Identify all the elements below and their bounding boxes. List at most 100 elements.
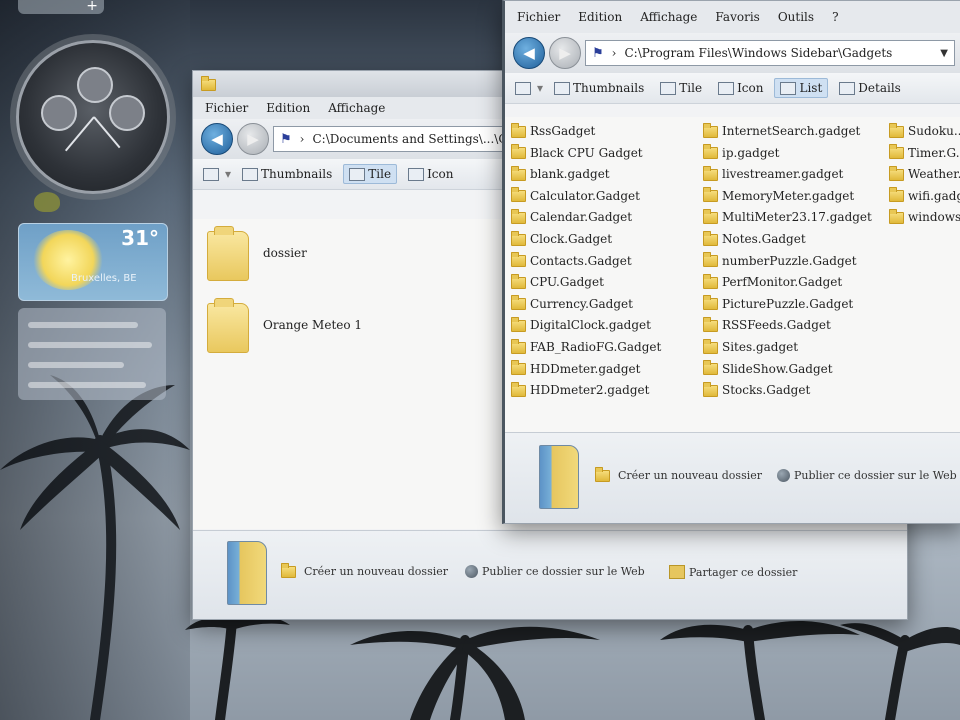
menu-view[interactable]: Affichage <box>640 10 697 24</box>
tile-view-button[interactable]: Tile <box>655 79 707 97</box>
file-name: Sites.gadget <box>722 340 799 354</box>
menu-tools[interactable]: Outils <box>778 10 814 24</box>
task-pane: Créer un nouveau dossier Publier ce doss… <box>505 432 960 523</box>
file-item[interactable]: Notes.Gadget <box>703 229 806 249</box>
file-item[interactable]: HDDmeter.gadget <box>511 359 640 379</box>
explorer-window-front[interactable]: Fichier Edition Affichage Favoris Outils… <box>502 0 960 524</box>
address-path: C:\Program Files\Windows Sidebar\Gadgets <box>624 46 893 60</box>
file-name: Black CPU Gadget <box>530 145 643 160</box>
file-item[interactable]: Clock.Gadget <box>511 229 612 249</box>
folder-icon <box>511 338 526 354</box>
weather-temperature: 31° <box>121 226 159 250</box>
folder-icon <box>511 144 526 160</box>
folder-icon <box>703 144 718 160</box>
folder-icon <box>511 252 526 268</box>
file-name: Weather... <box>908 167 960 182</box>
new-folder-icon <box>595 466 610 482</box>
back-button[interactable]: ◀ <box>513 37 545 69</box>
details-label: Details <box>858 81 901 95</box>
tile-view-button[interactable]: Tile <box>343 164 398 184</box>
details-view-button[interactable]: Details <box>834 79 906 97</box>
tile-icon <box>660 81 677 95</box>
file-name: FAB_RadioFG.Gadget <box>530 340 662 354</box>
forward-button[interactable]: ▶ <box>549 37 581 69</box>
add-gadget-icon[interactable]: + <box>86 0 98 14</box>
file-item[interactable]: PerfMonitor.Gadget <box>703 272 842 292</box>
address-bar[interactable]: ⚑ › C:\Program Files\Windows Sidebar\Gad… <box>585 40 955 66</box>
list-view-button[interactable]: List <box>774 78 829 98</box>
file-item[interactable]: Calendar.Gadget <box>511 207 632 227</box>
icon-view-button[interactable]: Icon <box>713 79 768 97</box>
navigation-bar: ◀ ▶ ⚑ › C:\Program Files\Windows Sidebar… <box>505 33 960 73</box>
task-new-folder[interactable]: Créer un nouveau dossier <box>281 562 448 578</box>
file-name: HDDmeter2.gadget <box>530 383 650 398</box>
task-new-folder[interactable]: Créer un nouveau dossier <box>595 466 762 482</box>
file-item[interactable]: Black CPU Gadget <box>511 143 643 163</box>
menu-edit[interactable]: Edition <box>266 101 310 115</box>
file-item[interactable]: Sites.gadget <box>703 337 798 357</box>
file-name: livestreamer.gadget <box>722 167 844 182</box>
file-item[interactable]: CPU.Gadget <box>511 272 604 292</box>
globe-icon <box>777 469 790 482</box>
file-name: PicturePuzzle.Gadget <box>722 296 854 311</box>
file-item[interactable]: Currency.Gadget <box>511 294 633 314</box>
folder-icon[interactable] <box>207 298 249 353</box>
folder-icon[interactable] <box>207 226 249 281</box>
thumbnails-view-button[interactable]: Thumbnails <box>549 79 649 97</box>
file-item[interactable]: numberPuzzle.Gadget <box>703 251 857 271</box>
menu-favorites[interactable]: Favoris <box>715 10 759 24</box>
file-item[interactable]: MultiMeter23.17.gadget <box>703 207 872 227</box>
file-item[interactable]: ip.gadget <box>703 143 779 163</box>
file-item[interactable]: PicturePuzzle.Gadget <box>703 294 853 314</box>
file-item[interactable]: livestreamer.gadget <box>703 164 843 184</box>
menu-edit[interactable]: Edition <box>578 10 622 24</box>
file-name: Clock.Gadget <box>530 232 613 246</box>
task-publish-web[interactable]: Publier ce dossier sur le Web <box>777 469 957 482</box>
file-item[interactable]: Weather... <box>889 164 960 184</box>
tile-icon <box>349 167 366 181</box>
file-item[interactable]: RssGadget <box>511 121 595 141</box>
file-item[interactable]: MemoryMeter.gadget <box>703 186 854 206</box>
file-item[interactable]: RSSFeeds.Gadget <box>703 315 831 335</box>
menu-file[interactable]: Fichier <box>517 10 560 24</box>
thumbnails-icon <box>554 81 571 95</box>
file-name: Stocks.Gadget <box>722 383 811 398</box>
file-item[interactable]: InternetSearch.gadget <box>703 121 860 141</box>
file-name: numberPuzzle.Gadget <box>722 253 857 268</box>
notes-gadget[interactable] <box>18 308 166 400</box>
file-name: PerfMonitor.Gadget <box>722 275 843 290</box>
menu-view[interactable]: Affichage <box>328 101 385 115</box>
view-menu-icon[interactable] <box>515 81 531 95</box>
file-item[interactable]: Stocks.Gadget <box>703 380 810 400</box>
weather-gadget[interactable]: 31° Bruxelles, BE <box>18 223 168 301</box>
file-item[interactable]: Orange Meteo 1 <box>263 315 362 335</box>
file-item[interactable]: Calculator.Gadget <box>511 186 640 206</box>
file-item[interactable]: Contacts.Gadget <box>511 251 632 271</box>
file-item[interactable]: HDDmeter2.gadget <box>511 380 649 400</box>
task-publish-web[interactable]: Publier ce dossier sur le Web <box>465 565 645 578</box>
dropdown-arrow-icon[interactable]: ▾ <box>225 167 231 181</box>
task-share-folder[interactable]: Partager ce dossier <box>669 565 797 579</box>
weather-city: Bruxelles, BE <box>71 273 137 284</box>
file-item[interactable]: FAB_RadioFG.Gadget <box>511 337 661 357</box>
file-name: ip.gadget <box>722 145 780 160</box>
file-name: Sudoku... <box>908 124 960 138</box>
file-item[interactable]: Timer.G... <box>889 143 960 163</box>
file-item[interactable]: SlideShow.Gadget <box>703 359 833 379</box>
dropdown-arrow-icon[interactable]: ▾ <box>537 81 543 95</box>
file-item[interactable]: dossier <box>263 243 307 263</box>
back-button[interactable]: ◀ <box>201 123 233 155</box>
address-dropdown-icon[interactable]: ▼ <box>940 48 948 59</box>
thumbnails-view-button[interactable]: Thumbnails <box>237 165 337 183</box>
file-item[interactable]: blank.gadget <box>511 164 610 184</box>
menu-file[interactable]: Fichier <box>205 101 248 115</box>
clock-gadget[interactable] <box>16 40 170 194</box>
file-item[interactable]: wifi.gadg... <box>889 186 960 206</box>
file-item[interactable]: Sudoku... <box>889 121 960 141</box>
icon-view-button[interactable]: Icon <box>403 165 458 183</box>
file-item[interactable]: windows... <box>889 207 960 227</box>
menu-help[interactable]: ? <box>832 10 838 24</box>
forward-button[interactable]: ▶ <box>237 123 269 155</box>
file-item[interactable]: DigitalClock.gadget <box>511 315 651 335</box>
view-menu-icon[interactable] <box>203 167 219 181</box>
